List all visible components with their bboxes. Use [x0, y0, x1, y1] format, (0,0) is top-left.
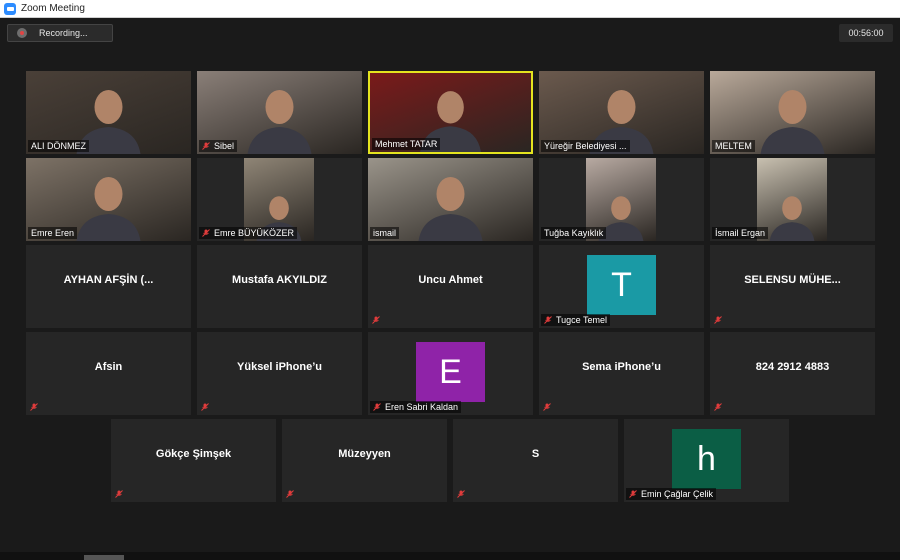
participant-tile[interactable]: MELTEM [710, 71, 875, 154]
participant-name-text: Emin Çağlar Çelik [641, 489, 714, 499]
participant-tile[interactable]: h Emin Çağlar Çelik [624, 419, 789, 502]
participant-name-text: İsmail Ergan [715, 228, 766, 238]
recording-button[interactable]: Recording... [7, 24, 113, 42]
participant-display-name: Yüksel iPhone’u [237, 361, 322, 373]
participant-name-label: ismail [370, 227, 400, 239]
participant-tile[interactable]: Gökçe Şimşek [111, 419, 276, 502]
participant-tile[interactable]: Afsin [26, 332, 191, 415]
meeting-timer: 00:56:00 [839, 24, 893, 42]
participant-name-text: Tuğba Kayıklık [544, 228, 604, 238]
participant-name-label: ALI DÖNMEZ [28, 140, 90, 152]
muted-mic-icon [372, 316, 380, 324]
participant-tile[interactable]: Sibel [197, 71, 362, 154]
participant-name-text: Emre BÜYÜKÖZER [214, 228, 295, 238]
participant-name-text: Emre Eren [31, 228, 75, 238]
muted-mic-icon [202, 142, 210, 150]
participant-tile[interactable]: Yüreğir Belediyesi ... [539, 71, 704, 154]
title-bar: Zoom Meeting [0, 0, 900, 18]
participant-tile[interactable]: Uncu Ahmet [368, 245, 533, 328]
participant-name-text: Sibel [214, 141, 235, 151]
participant-name-text: MELTEM [715, 141, 752, 151]
participant-display-name: 824 2912 4883 [755, 361, 830, 373]
participant-avatar: h [672, 429, 741, 489]
participant-tile[interactable]: S [453, 419, 618, 502]
participant-name-text: Yüreğir Belediyesi ... [544, 141, 627, 151]
recording-label: Recording... [39, 28, 88, 38]
participant-display-name: SELENSU MÜHE... [744, 274, 841, 286]
participant-tile[interactable]: Sema iPhone’u [539, 332, 704, 415]
record-icon [17, 28, 27, 38]
participant-tile[interactable]: AYHAN AFŞİN (... [26, 245, 191, 328]
participant-display-name: Sema iPhone’u [582, 361, 661, 373]
muted-mic-icon [286, 490, 294, 498]
participant-name-text: ALI DÖNMEZ [31, 141, 87, 151]
participant-name-label: Emre Eren [28, 227, 78, 239]
participant-display-name: S [531, 448, 540, 460]
muted-mic-icon [457, 490, 465, 498]
participant-name-text: ismail [373, 228, 397, 238]
participant-tile[interactable]: İsmail Ergan [710, 158, 875, 241]
participant-name-text: Tugce Temel [556, 315, 608, 325]
participant-name-label: Sibel [199, 140, 238, 152]
participant-tile[interactable]: 824 2912 4883 [710, 332, 875, 415]
participant-display-name: Uncu Ahmet [418, 274, 483, 286]
participant-name-label: Yüreğir Belediyesi ... [541, 140, 630, 152]
participant-display-name: Afsin [94, 361, 123, 373]
participant-name-label: Emin Çağlar Çelik [626, 488, 717, 500]
participant-tile[interactable]: Müzeyyen [282, 419, 447, 502]
participant-avatar: E [416, 342, 485, 402]
participant-display-name: AYHAN AFŞİN (... [63, 274, 154, 286]
meeting-top-bar: Recording... 00:56:00 [0, 18, 900, 48]
participant-display-name: Müzeyyen [338, 448, 391, 460]
muted-mic-icon [30, 403, 38, 411]
participant-tile[interactable]: T Tugce Temel [539, 245, 704, 328]
participant-tile[interactable]: E Eren Sabri Kaldan [368, 332, 533, 415]
participant-tile[interactable]: Emre Eren [26, 158, 191, 241]
participant-name-text: Eren Sabri Kaldan [385, 402, 459, 412]
bottom-bar [0, 552, 900, 560]
participant-name-label: Emre BÜYÜKÖZER [199, 227, 298, 239]
participant-tile[interactable]: Tuğba Kayıklık [539, 158, 704, 241]
participant-name-text: Mehmet TATAR [375, 139, 438, 149]
scroll-handle[interactable] [84, 555, 124, 560]
participant-display-name: Gökçe Şimşek [155, 448, 232, 460]
muted-mic-icon [544, 316, 552, 324]
window-title: Zoom Meeting [21, 3, 85, 14]
participant-avatar: T [587, 255, 656, 315]
zoom-logo-icon [4, 2, 16, 15]
muted-mic-icon [543, 403, 551, 411]
participant-tile[interactable]: Yüksel iPhone’u [197, 332, 362, 415]
participant-name-label: Tugce Temel [541, 314, 611, 326]
participant-name-label: İsmail Ergan [712, 227, 769, 239]
participant-display-name: Mustafa AKYILDIZ [232, 274, 327, 286]
muted-mic-icon [714, 316, 722, 324]
muted-mic-icon [201, 403, 209, 411]
participant-tile[interactable]: SELENSU MÜHE... [710, 245, 875, 328]
participant-name-label: Mehmet TATAR [372, 138, 441, 150]
muted-mic-icon [202, 229, 210, 237]
participant-tile[interactable]: Emre BÜYÜKÖZER [197, 158, 362, 241]
muted-mic-icon [373, 403, 381, 411]
participant-name-label: MELTEM [712, 140, 755, 152]
participant-tile[interactable]: ismail [368, 158, 533, 241]
participant-tile[interactable]: Mehmet TATAR [368, 71, 533, 154]
participant-tile[interactable]: Mustafa AKYILDIZ [197, 245, 362, 328]
muted-mic-icon [115, 490, 123, 498]
participant-name-label: Tuğba Kayıklık [541, 227, 607, 239]
muted-mic-icon [629, 490, 637, 498]
participant-name-label: Eren Sabri Kaldan [370, 401, 462, 413]
muted-mic-icon [714, 403, 722, 411]
participant-tile[interactable]: ALI DÖNMEZ [26, 71, 191, 154]
